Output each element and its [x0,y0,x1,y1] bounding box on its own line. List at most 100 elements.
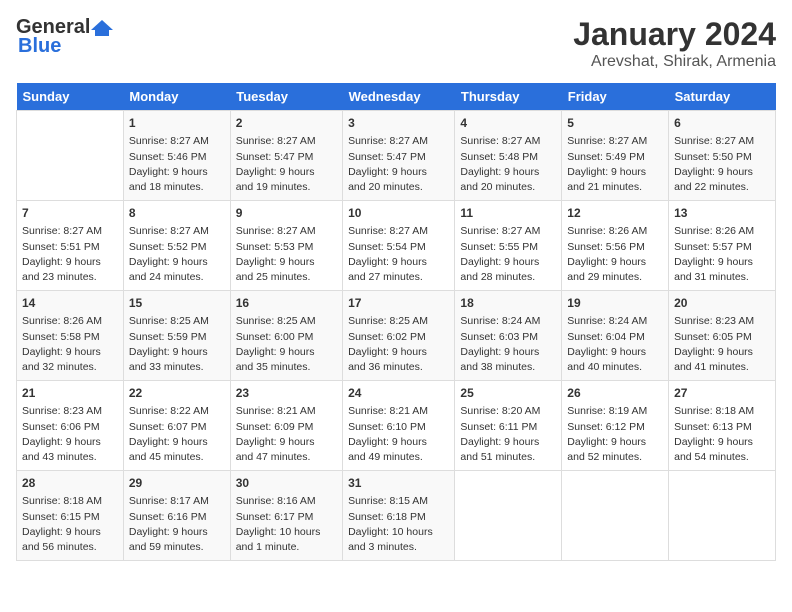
day-info-line: Sunset: 5:47 PM [348,150,449,165]
logo-blue: Blue [18,35,61,58]
title-area: January 2024 Arevshat, Shirak, Armenia [573,16,776,71]
day-info-line: Daylight: 9 hours [129,255,225,270]
day-info-line: Sunrise: 8:27 AM [348,224,449,239]
calendar-day-cell: 3Sunrise: 8:27 AMSunset: 5:47 PMDaylight… [343,111,455,201]
day-number: 12 [567,205,663,222]
day-info-line: Sunset: 5:52 PM [129,240,225,255]
day-number: 6 [674,115,770,132]
day-number: 23 [236,385,337,402]
day-info-line: Sunset: 6:03 PM [460,330,556,345]
day-info-line: Sunset: 6:05 PM [674,330,770,345]
day-info-line: Sunrise: 8:20 AM [460,404,556,419]
day-info-line: Daylight: 9 hours [129,435,225,450]
day-info-line: Sunset: 5:57 PM [674,240,770,255]
day-number: 15 [129,295,225,312]
day-info-line: Sunset: 6:07 PM [129,420,225,435]
calendar-day-cell [562,471,669,561]
day-info-line: Sunset: 6:11 PM [460,420,556,435]
day-info-line: and 1 minute. [236,540,337,555]
day-info-line: Daylight: 9 hours [236,165,337,180]
calendar-day-cell: 25Sunrise: 8:20 AMSunset: 6:11 PMDayligh… [455,381,562,471]
day-number: 9 [236,205,337,222]
day-number: 20 [674,295,770,312]
day-info-line: Daylight: 9 hours [236,435,337,450]
calendar-day-cell: 6Sunrise: 8:27 AMSunset: 5:50 PMDaylight… [669,111,776,201]
day-info-line: Daylight: 9 hours [348,165,449,180]
day-info-line: and 38 minutes. [460,360,556,375]
day-number: 5 [567,115,663,132]
day-info-line: Sunset: 6:18 PM [348,510,449,525]
day-info-line: Sunrise: 8:25 AM [348,314,449,329]
calendar-day-cell: 18Sunrise: 8:24 AMSunset: 6:03 PMDayligh… [455,291,562,381]
day-info-line: and 22 minutes. [674,180,770,195]
calendar-day-cell: 29Sunrise: 8:17 AMSunset: 6:16 PMDayligh… [123,471,230,561]
day-number: 25 [460,385,556,402]
day-info-line: Sunset: 5:53 PM [236,240,337,255]
day-info-line: Daylight: 9 hours [348,345,449,360]
day-number: 29 [129,475,225,492]
day-info-line: Daylight: 9 hours [674,255,770,270]
day-number: 3 [348,115,449,132]
calendar-day-cell: 30Sunrise: 8:16 AMSunset: 6:17 PMDayligh… [230,471,342,561]
day-info-line: Sunset: 5:49 PM [567,150,663,165]
day-info-line: Sunset: 6:13 PM [674,420,770,435]
day-number: 27 [674,385,770,402]
day-number: 13 [674,205,770,222]
calendar-day-cell: 9Sunrise: 8:27 AMSunset: 5:53 PMDaylight… [230,201,342,291]
calendar-day-cell: 10Sunrise: 8:27 AMSunset: 5:54 PMDayligh… [343,201,455,291]
day-info-line: and 36 minutes. [348,360,449,375]
day-number: 14 [22,295,118,312]
day-info-line: Daylight: 9 hours [129,525,225,540]
calendar-day-cell: 28Sunrise: 8:18 AMSunset: 6:15 PMDayligh… [17,471,124,561]
day-info-line: and 45 minutes. [129,450,225,465]
day-info-line: Sunset: 5:46 PM [129,150,225,165]
day-info-line: and 29 minutes. [567,270,663,285]
day-info-line: Daylight: 9 hours [567,255,663,270]
day-info-line: and 51 minutes. [460,450,556,465]
day-info-line: and 20 minutes. [460,180,556,195]
day-info-line: Sunrise: 8:18 AM [674,404,770,419]
calendar-week-row: 7Sunrise: 8:27 AMSunset: 5:51 PMDaylight… [17,201,776,291]
page-header: General Blue January 2024 Arevshat, Shir… [16,16,776,71]
calendar-day-cell: 15Sunrise: 8:25 AMSunset: 5:59 PMDayligh… [123,291,230,381]
day-info-line: and 31 minutes. [674,270,770,285]
day-number: 11 [460,205,556,222]
calendar-day-header: Saturday [669,83,776,111]
day-info-line: Sunrise: 8:16 AM [236,494,337,509]
day-info-line: Daylight: 9 hours [22,435,118,450]
day-info-line: Sunset: 5:54 PM [348,240,449,255]
day-info-line: Sunset: 6:02 PM [348,330,449,345]
calendar-day-cell: 31Sunrise: 8:15 AMSunset: 6:18 PMDayligh… [343,471,455,561]
logo-icon [91,20,113,36]
day-info-line: Sunset: 5:55 PM [460,240,556,255]
day-info-line: and 27 minutes. [348,270,449,285]
day-info-line: Sunrise: 8:24 AM [567,314,663,329]
day-info-line: Daylight: 9 hours [348,255,449,270]
day-info-line: Daylight: 9 hours [460,345,556,360]
day-info-line: Sunset: 6:16 PM [129,510,225,525]
day-info-line: Sunset: 5:56 PM [567,240,663,255]
day-info-line: and 47 minutes. [236,450,337,465]
day-info-line: Daylight: 9 hours [129,165,225,180]
calendar-day-cell: 23Sunrise: 8:21 AMSunset: 6:09 PMDayligh… [230,381,342,471]
calendar-day-cell: 2Sunrise: 8:27 AMSunset: 5:47 PMDaylight… [230,111,342,201]
day-info-line: Daylight: 9 hours [22,345,118,360]
calendar-day-cell: 13Sunrise: 8:26 AMSunset: 5:57 PMDayligh… [669,201,776,291]
day-number: 19 [567,295,663,312]
day-info-line: Sunrise: 8:27 AM [236,134,337,149]
day-info-line: and 41 minutes. [674,360,770,375]
day-info-line: Daylight: 9 hours [460,165,556,180]
day-info-line: Sunrise: 8:27 AM [460,224,556,239]
day-info-line: Sunset: 6:17 PM [236,510,337,525]
calendar-day-cell: 4Sunrise: 8:27 AMSunset: 5:48 PMDaylight… [455,111,562,201]
calendar-day-cell: 16Sunrise: 8:25 AMSunset: 6:00 PMDayligh… [230,291,342,381]
calendar-day-cell: 21Sunrise: 8:23 AMSunset: 6:06 PMDayligh… [17,381,124,471]
day-info-line: and 33 minutes. [129,360,225,375]
calendar-week-row: 1Sunrise: 8:27 AMSunset: 5:46 PMDaylight… [17,111,776,201]
calendar-day-cell: 11Sunrise: 8:27 AMSunset: 5:55 PMDayligh… [455,201,562,291]
day-info-line: Sunrise: 8:27 AM [22,224,118,239]
calendar-week-row: 21Sunrise: 8:23 AMSunset: 6:06 PMDayligh… [17,381,776,471]
day-info-line: Sunrise: 8:26 AM [567,224,663,239]
calendar-day-header: Friday [562,83,669,111]
day-info-line: Sunset: 5:51 PM [22,240,118,255]
